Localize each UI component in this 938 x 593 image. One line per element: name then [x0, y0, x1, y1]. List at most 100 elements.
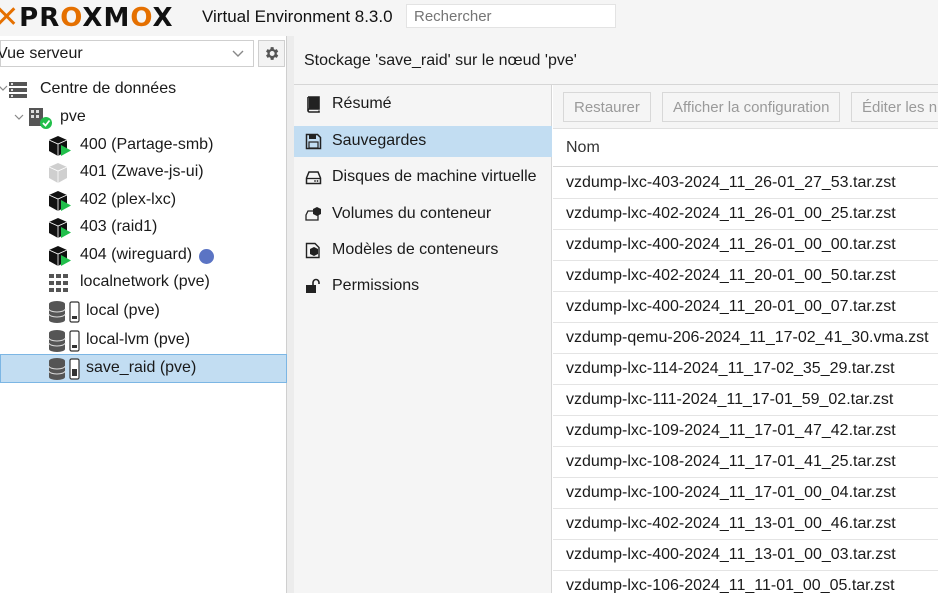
table-row[interactable]: vzdump-lxc-109-2024_11_17-01_47_42.tar.z… — [553, 416, 938, 447]
brand-name: PROXMOX — [19, 3, 174, 33]
tree-item-label: pve — [60, 108, 86, 125]
backup-name-cell: vzdump-lxc-100-2024_11_17-01_00_04.tar.z… — [566, 484, 896, 501]
collapse-toggle-icon[interactable] — [14, 112, 24, 122]
tree-item-ct-402[interactable]: 402 (plex-lxc) — [0, 187, 287, 215]
backup-name-cell: vzdump-lxc-402-2024_11_13-01_00_46.tar.z… — [566, 515, 896, 532]
table-row[interactable]: vzdump-lxc-400-2024_11_20-01_00_07.tar.z… — [553, 292, 938, 323]
panel-title: Stockage 'save_raid' sur le nœud 'pve' — [304, 52, 577, 69]
table-row[interactable]: vzdump-lxc-402-2024_11_13-01_00_46.tar.z… — [553, 509, 938, 540]
tree-item-ct-401[interactable]: 401 (Zwave-js-ui) — [0, 159, 287, 187]
collapse-toggle-icon[interactable] — [0, 83, 8, 93]
storage-icon — [48, 301, 80, 323]
node-online-icon — [29, 108, 52, 129]
tree-item-datacenter[interactable]: Centre de données — [0, 76, 287, 104]
storage-menu: Résumé Sauvegardes Disques de machine vi… — [294, 85, 552, 593]
tree-item-label: local (pve) — [86, 302, 160, 319]
tree-item-storage-local[interactable]: local (pve) — [0, 298, 287, 326]
container-running-icon — [48, 246, 71, 266]
gear-icon — [266, 47, 279, 60]
panel-splitter[interactable] — [287, 36, 294, 593]
table-row[interactable]: vzdump-lxc-108-2024_11_17-01_41_25.tar.z… — [553, 447, 938, 478]
show-config-button[interactable]: Afficher la configuration — [662, 92, 841, 122]
tree-item-label: localnetwork (pve) — [80, 273, 210, 290]
backup-name-cell: vzdump-lxc-403-2024_11_26-01_27_53.tar.z… — [566, 174, 896, 191]
tree-item-ct-403[interactable]: 403 (raid1) — [0, 214, 287, 242]
tree-item-label: 401 (Zwave-js-ui) — [80, 163, 204, 180]
tree-item-node-pve[interactable]: pve — [0, 104, 287, 132]
table-row[interactable]: vzdump-lxc-106-2024_11_11-01_00_05.tar.z… — [553, 571, 938, 593]
tree-item-sdn-localnetwork[interactable]: localnetwork (pve) — [0, 269, 287, 297]
main-panel: Stockage 'save_raid' sur le nœud 'pve' R… — [294, 36, 938, 593]
menu-item-summary[interactable]: Résumé — [294, 89, 552, 120]
search-input[interactable] — [406, 4, 616, 28]
tree-item-label: 402 (plex-lxc) — [80, 191, 177, 208]
menu-item-label: Modèles de conteneurs — [332, 241, 499, 258]
table-row[interactable]: vzdump-lxc-402-2024_11_20-01_00_50.tar.z… — [553, 261, 938, 292]
table-row[interactable]: vzdump-lxc-402-2024_11_26-01_00_25.tar.z… — [553, 199, 938, 230]
table-row[interactable]: vzdump-lxc-111-2024_11_17-01_59_02.tar.z… — [553, 385, 938, 416]
book-icon — [307, 96, 320, 113]
datacenter-icon — [9, 82, 27, 98]
menu-item-backups[interactable]: Sauvegardes — [294, 126, 552, 157]
backup-name-cell: vzdump-lxc-400-2024_11_20-01_00_07.tar.z… — [566, 298, 896, 315]
tree-item-storage-save-raid[interactable]: save_raid (pve) — [0, 354, 287, 383]
menu-item-ct-volumes[interactable]: Volumes du conteneur — [294, 199, 552, 230]
menu-item-ct-templates[interactable]: Modèles de conteneurs — [294, 235, 552, 266]
restore-button[interactable]: Restaurer — [563, 92, 651, 122]
menu-item-label: Disques de machine virtuelle — [332, 168, 537, 185]
tree-item-ct-400[interactable]: 400 (Partage-smb) — [0, 132, 287, 160]
resource-tree-panel: Vue serveur Centre de données pve 400 (P… — [0, 36, 287, 593]
table-row[interactable]: vzdump-qemu-206-2024_11_17-02_41_30.vma.… — [553, 323, 938, 354]
storage-icon — [48, 330, 80, 352]
chevron-down-icon — [232, 50, 244, 57]
floppy-icon — [305, 133, 322, 150]
backup-name-cell: vzdump-lxc-109-2024_11_17-01_47_42.tar.z… — [566, 422, 896, 439]
cube-volume-icon — [305, 207, 321, 221]
container-running-icon — [48, 218, 71, 238]
backup-name-cell: vzdump-lxc-400-2024_11_13-01_00_03.tar.z… — [566, 546, 896, 563]
backup-toolbar: Restaurer Afficher la configuration Édit… — [553, 85, 938, 129]
menu-item-label: Permissions — [332, 277, 420, 294]
menu-item-permissions[interactable]: Permissions — [294, 271, 552, 302]
backup-name-cell: vzdump-qemu-206-2024_11_17-02_41_30.vma.… — [566, 329, 929, 346]
backup-name-cell: vzdump-lxc-114-2024_11_17-02_35_29.tar.z… — [566, 360, 895, 377]
tree-item-ct-404[interactable]: 404 (wireguard) — [0, 242, 287, 270]
column-header-label: Nom — [566, 139, 600, 156]
backup-name-cell: vzdump-lxc-402-2024_11_20-01_00_50.tar.z… — [566, 267, 896, 284]
tree-item-storage-local-lvm[interactable]: local-lvm (pve) — [0, 327, 287, 355]
unlock-icon — [306, 278, 320, 293]
menu-item-vm-disks[interactable]: Disques de machine virtuelle — [294, 162, 552, 193]
menu-item-label: Sauvegardes — [332, 132, 427, 149]
container-stopped-icon — [48, 163, 68, 183]
status-dot-icon — [199, 249, 214, 264]
table-row[interactable]: vzdump-lxc-403-2024_11_26-01_27_53.tar.z… — [553, 168, 938, 199]
table-row[interactable]: vzdump-lxc-400-2024_11_13-01_00_03.tar.z… — [553, 540, 938, 571]
view-selector-value: Vue serveur — [0, 45, 83, 62]
backup-name-cell: vzdump-lxc-402-2024_11_26-01_00_25.tar.z… — [566, 205, 896, 222]
backup-name-cell: vzdump-lxc-108-2024_11_17-01_41_25.tar.z… — [566, 453, 896, 470]
container-running-icon — [48, 191, 71, 211]
proxmox-x-icon: ✕ — [0, 0, 20, 35]
table-row[interactable]: vzdump-lxc-114-2024_11_17-02_35_29.tar.z… — [553, 354, 938, 385]
table-row[interactable]: vzdump-lxc-100-2024_11_17-01_00_04.tar.z… — [553, 478, 938, 509]
menu-item-label: Volumes du conteneur — [332, 205, 492, 222]
view-selector[interactable]: Vue serveur — [0, 40, 254, 67]
column-header-name[interactable]: Nom — [553, 129, 938, 167]
tree-item-label: Centre de données — [40, 80, 177, 97]
settings-button[interactable] — [258, 40, 285, 67]
backup-name-cell: vzdump-lxc-106-2024_11_11-01_00_05.tar.z… — [566, 577, 895, 593]
backup-list: vzdump-lxc-403-2024_11_26-01_27_53.tar.z… — [553, 168, 938, 593]
proxmox-logo[interactable]: ✕ PROXMOX — [0, 0, 174, 35]
hdd-icon — [305, 171, 322, 185]
backups-content: Restaurer Afficher la configuration Édit… — [553, 85, 938, 593]
network-grid-icon — [49, 274, 68, 292]
template-icon — [305, 242, 320, 259]
top-header: ✕ PROXMOX Virtual Environment 8.3.0 — [0, 0, 938, 36]
edit-notes-button[interactable]: Éditer les n — [851, 92, 938, 122]
tree-item-label: 404 (wireguard) — [80, 246, 193, 263]
panel-titlebar: Stockage 'save_raid' sur le nœud 'pve' — [294, 36, 938, 85]
tree-item-label: 403 (raid1) — [80, 218, 158, 235]
tree-item-label: 400 (Partage-smb) — [80, 136, 214, 153]
table-row[interactable]: vzdump-lxc-400-2024_11_26-01_00_00.tar.z… — [553, 230, 938, 261]
menu-item-label: Résumé — [332, 95, 392, 112]
